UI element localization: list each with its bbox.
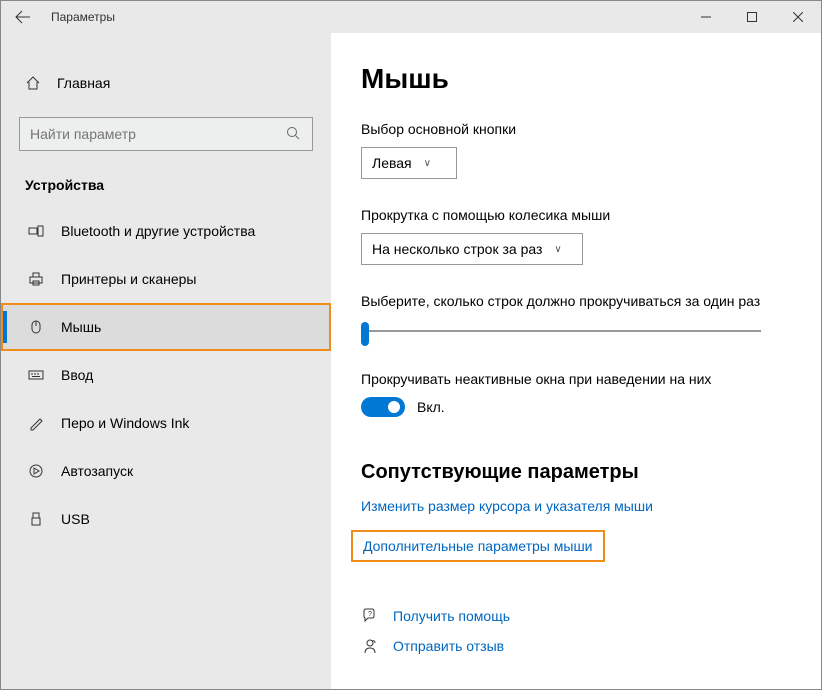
home-icon: [25, 75, 41, 91]
category-heading: Устройства: [1, 169, 331, 207]
inactive-windows-label: Прокручивать неактивные окна при наведен…: [361, 371, 811, 387]
slider-track: [361, 330, 761, 332]
titlebar: Параметры: [1, 1, 821, 33]
close-icon: [793, 12, 803, 22]
search-box[interactable]: [19, 117, 313, 151]
svg-text:?: ?: [368, 611, 372, 618]
chevron-down-icon: ∨: [554, 244, 561, 255]
help-icon: ?: [361, 608, 379, 624]
window-title: Параметры: [51, 10, 115, 24]
sidebar-item-printers[interactable]: Принтеры и сканеры: [1, 255, 331, 303]
usb-icon: [27, 511, 45, 527]
sidebar-item-label: Ввод: [61, 367, 93, 383]
search-input[interactable]: [30, 126, 286, 142]
get-help-label: Получить помощь: [393, 608, 510, 624]
inactive-windows-toggle[interactable]: [361, 397, 405, 417]
related-heading: Сопутствующие параметры: [361, 461, 811, 484]
printer-icon: [27, 271, 45, 287]
slider-thumb[interactable]: [361, 322, 369, 346]
keyboard-icon: [27, 367, 45, 383]
scroll-wheel-dropdown[interactable]: На несколько строк за раз ∨: [361, 233, 583, 265]
chevron-down-icon: ∨: [424, 158, 431, 169]
maximize-icon: [747, 12, 757, 22]
sidebar-item-autoplay[interactable]: Автозапуск: [1, 447, 331, 495]
sidebar-item-label: Bluetooth и другие устройства: [61, 223, 255, 239]
maximize-button[interactable]: [729, 1, 775, 33]
cursor-size-link[interactable]: Изменить размер курсора и указателя мыши: [361, 498, 653, 514]
sidebar-item-typing[interactable]: Ввод: [1, 351, 331, 399]
primary-button-label: Выбор основной кнопки: [361, 121, 811, 137]
window-controls: [683, 1, 821, 33]
bluetooth-devices-icon: [27, 223, 45, 239]
sidebar-item-label: Перо и Windows Ink: [61, 415, 189, 431]
sidebar-item-label: USB: [61, 511, 90, 527]
home-label: Главная: [57, 75, 110, 91]
sidebar-item-label: Принтеры и сканеры: [61, 271, 196, 287]
sidebar-item-pen[interactable]: Перо и Windows Ink: [1, 399, 331, 447]
search-icon: [286, 126, 302, 142]
feedback-link[interactable]: Отправить отзыв: [361, 638, 811, 654]
scroll-wheel-label: Прокрутка с помощью колесика мыши: [361, 207, 811, 223]
sidebar-item-mouse[interactable]: Мышь: [1, 303, 331, 351]
dropdown-value: На несколько строк за раз: [372, 241, 542, 257]
main-panel: Мышь Выбор основной кнопки Левая ∨ Прокр…: [331, 33, 821, 689]
lines-label: Выберите, сколько строк должно прокручив…: [361, 293, 811, 309]
toggle-knob: [388, 401, 400, 413]
sidebar-item-usb[interactable]: USB: [1, 495, 331, 543]
autoplay-icon: [27, 463, 45, 479]
sidebar: Главная Устройства Bluetooth и другие ус…: [1, 33, 331, 689]
page-title: Мышь: [361, 63, 811, 95]
feedback-label: Отправить отзыв: [393, 638, 504, 654]
feedback-icon: [361, 638, 379, 654]
additional-mouse-options-link[interactable]: Дополнительные параметры мыши: [351, 530, 605, 562]
close-button[interactable]: [775, 1, 821, 33]
dropdown-value: Левая: [372, 155, 412, 171]
minimize-button[interactable]: [683, 1, 729, 33]
sidebar-item-label: Автозапуск: [61, 463, 133, 479]
back-button[interactable]: [1, 1, 45, 33]
sidebar-item-label: Мышь: [61, 319, 101, 335]
pen-icon: [27, 415, 45, 431]
sidebar-item-bluetooth[interactable]: Bluetooth и другие устройства: [1, 207, 331, 255]
arrow-left-icon: [15, 9, 31, 25]
primary-button-dropdown[interactable]: Левая ∨: [361, 147, 457, 179]
mouse-icon: [27, 319, 45, 335]
lines-slider[interactable]: [361, 319, 761, 343]
get-help-link[interactable]: ? Получить помощь: [361, 608, 811, 624]
minimize-icon: [701, 12, 711, 22]
home-link[interactable]: Главная: [1, 63, 331, 103]
toggle-state: Вкл.: [417, 399, 445, 415]
